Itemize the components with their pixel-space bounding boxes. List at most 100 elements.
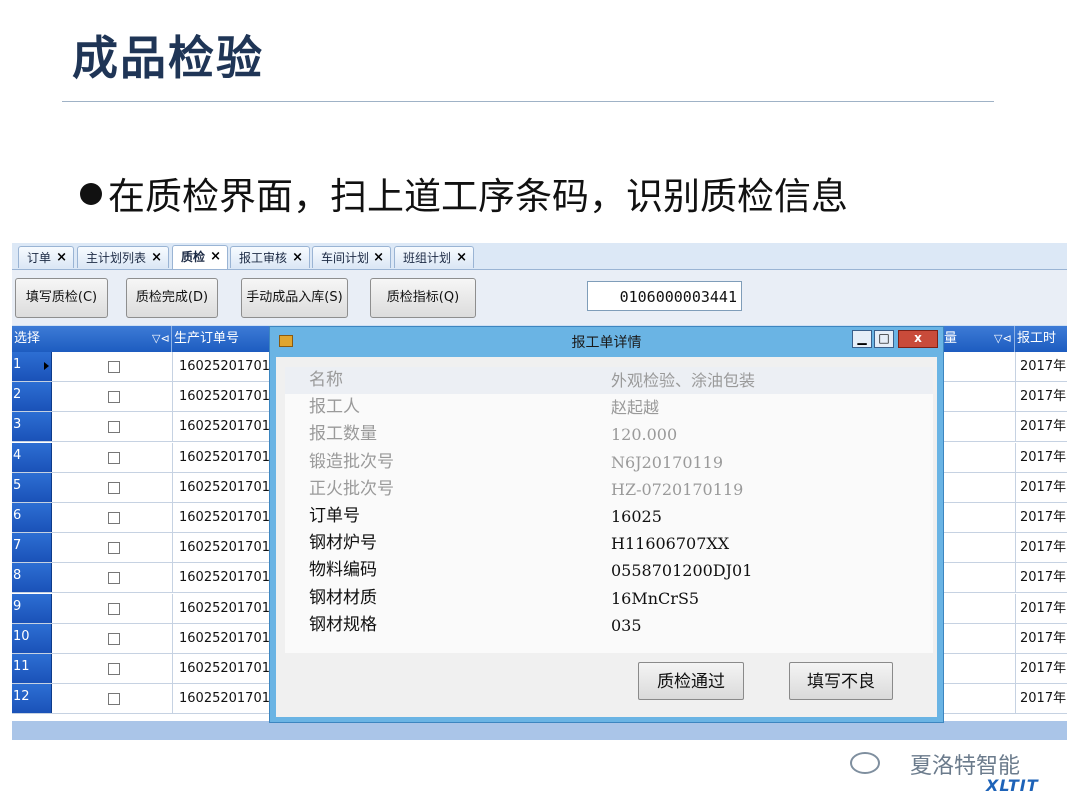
qty-cell [942, 412, 1016, 442]
report-detail-dialog: 报工单详情 ▁ □ x 名称 外观检验、涂油包装 报工人 赵起越 报工数量 120.000… [269, 326, 944, 723]
filter-icon[interactable]: ▽⊲ [994, 326, 1012, 352]
tab-report-review[interactable]: 报工审核 × [230, 246, 310, 268]
field-value: 16025 [611, 507, 662, 526]
column-header-order-no[interactable]: 生产订单号 [172, 326, 280, 352]
inspection-indicators-button[interactable]: 质检指标(Q) [370, 278, 476, 318]
report-time-cell: 2017年0 [1015, 623, 1067, 653]
row-select-checkbox[interactable] [108, 361, 120, 373]
tab-team-plan[interactable]: 班组计划 × [394, 246, 474, 268]
row-number[interactable]: 5 [12, 472, 52, 502]
inspection-pass-button[interactable]: 质检通过 [638, 662, 744, 700]
field-value: 035 [611, 615, 642, 635]
row-number[interactable]: 7 [12, 533, 52, 563]
row-select-checkbox[interactable] [108, 421, 120, 434]
report-time-cell: 2017年0 [1015, 472, 1067, 502]
report-time-cell: 2017年0 [1015, 352, 1067, 381]
tab-bar: 订单 × 主计划列表 × 质检 × 报工审核 × 车间计划 × 班组计划 × [12, 243, 1067, 270]
column-header-qty[interactable]: 量 ▽⊲ [942, 326, 1015, 352]
row-number[interactable]: 10 [12, 623, 52, 653]
row-number[interactable]: 9 [12, 593, 52, 623]
row-select-checkbox[interactable] [108, 512, 120, 524]
close-icon[interactable]: × [56, 247, 67, 269]
report-time-cell: 2017年0 [1015, 563, 1067, 593]
barcode-input[interactable]: 0106000003441 [587, 281, 742, 311]
row-number[interactable]: 3 [12, 412, 52, 442]
bullet-dot-icon [80, 183, 102, 205]
row-select-checkbox[interactable] [108, 542, 120, 555]
tab-label: 质检 [181, 250, 206, 264]
tab-label: 车间计划 [321, 251, 370, 265]
qty-cell [942, 352, 1016, 381]
order-number-cell: 16025201701180 [172, 623, 280, 653]
report-time-cell: 2017年0 [1015, 503, 1067, 532]
order-number-cell: 16025201701170 [172, 382, 280, 412]
tab-orders[interactable]: 订单 × [18, 246, 74, 268]
minimize-icon[interactable]: ▁ [852, 330, 872, 348]
close-icon[interactable]: × [151, 247, 162, 269]
order-number-cell: 16025201701170 [172, 352, 280, 381]
field-value: HZ-0720170119 [611, 479, 744, 499]
row-select-checkbox[interactable] [108, 481, 120, 494]
field-label: 物料编码 [309, 560, 377, 581]
row-select-checkbox[interactable] [108, 663, 120, 675]
qty-cell [942, 654, 1016, 683]
filter-icon[interactable]: ▽⊲ [152, 326, 170, 352]
field-value: H11606707XX [611, 534, 730, 554]
field-label: 钢材材质 [309, 587, 377, 608]
close-icon[interactable]: × [373, 247, 384, 269]
tab-quality-check[interactable]: 质检 × [172, 245, 228, 269]
inspection-complete-button[interactable]: 质检完成(D) [126, 278, 218, 318]
fill-inspection-button[interactable]: 填写质检(C) [15, 278, 108, 318]
tab-workshop-plan[interactable]: 车间计划 × [312, 246, 391, 268]
column-header-select[interactable]: 选择 ▽⊲ [12, 326, 172, 352]
qty-cell [942, 382, 1016, 412]
tab-master-plan[interactable]: 主计划列表 × [77, 246, 169, 268]
qty-cell [942, 442, 1016, 472]
field-label: 钢材规格 [309, 614, 377, 635]
row-select-checkbox[interactable] [108, 693, 120, 706]
tab-label: 订单 [27, 251, 52, 265]
order-number-cell: 16025201701180 [172, 533, 280, 563]
report-time-cell: 2017年0 [1015, 654, 1067, 683]
order-number-cell: 16025201701180 [172, 503, 280, 532]
dialog-titlebar[interactable]: 报工单详情 ▁ □ x [270, 327, 943, 355]
qty-cell [942, 623, 1016, 653]
column-header-report-time[interactable]: 报工时间 [1015, 326, 1067, 372]
row-number[interactable]: 11 [12, 654, 52, 683]
row-select-checkbox[interactable] [108, 602, 120, 615]
row-select-checkbox[interactable] [108, 391, 120, 404]
row-select-checkbox[interactable] [108, 572, 120, 585]
detail-field-row: 报工人 赵起越 [285, 394, 933, 421]
detail-field-row: 钢材材质 16MnCrS5 [285, 585, 933, 612]
row-number[interactable]: 8 [12, 563, 52, 593]
row-number[interactable]: 6 [12, 503, 52, 532]
field-value: N6J20170119 [611, 452, 724, 472]
detail-field-row: 钢材规格 035 [285, 612, 933, 639]
row-number[interactable]: 1 [12, 352, 52, 381]
order-number-cell: 16025201701180 [172, 654, 280, 683]
qty-cell [942, 533, 1016, 563]
row-select-checkbox[interactable] [108, 451, 120, 464]
row-select-checkbox[interactable] [108, 632, 120, 645]
maximize-icon[interactable]: □ [874, 330, 894, 348]
field-label: 名称 [309, 370, 343, 390]
dialog-title: 报工单详情 [571, 335, 642, 351]
close-icon[interactable]: × [210, 246, 221, 268]
qty-cell [942, 563, 1016, 593]
manual-warehousing-button[interactable]: 手动成品入库(S) [241, 278, 348, 318]
row-number[interactable]: 12 [12, 684, 52, 714]
row-number[interactable]: 4 [12, 442, 52, 472]
bullet-text: 在质检界面，扫上道工序条码，识别质检信息 [108, 175, 848, 218]
report-time-cell: 2017年0 [1015, 442, 1067, 472]
close-icon[interactable]: x [898, 330, 938, 348]
order-number-cell: 16025201701180 [172, 684, 280, 714]
detail-field-row: 正火批次号 HZ-0720170119 [285, 476, 933, 503]
close-icon[interactable]: × [292, 247, 303, 269]
fill-defect-button[interactable]: 填写不良 [789, 662, 893, 700]
row-number[interactable]: 2 [12, 382, 52, 412]
detail-field-row: 报工数量 120.000 [285, 421, 933, 448]
field-label: 锻造批次号 [309, 451, 394, 472]
slide-title: 成品检验 [72, 31, 264, 85]
field-value: 0558701200DJ01 [611, 561, 753, 581]
close-icon[interactable]: × [456, 247, 467, 269]
